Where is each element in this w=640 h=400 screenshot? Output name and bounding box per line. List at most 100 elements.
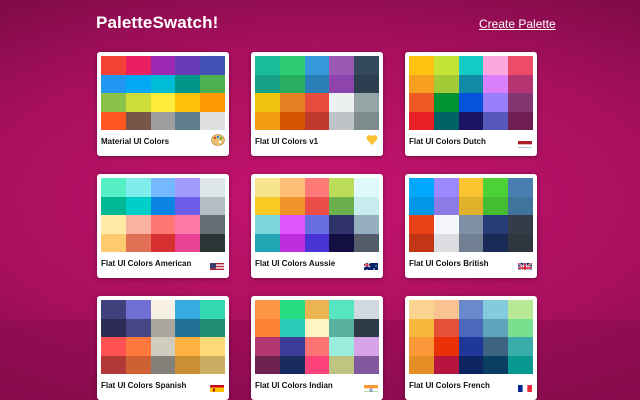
color-swatch bbox=[304, 300, 330, 319]
color-swatch bbox=[433, 56, 459, 75]
color-swatch bbox=[508, 318, 533, 337]
palette-swatches bbox=[409, 300, 533, 374]
palette-card[interactable]: Flat UI Colors Dutch bbox=[405, 52, 537, 156]
palette-card[interactable]: Material UI Colors bbox=[97, 52, 229, 156]
color-swatch bbox=[125, 56, 151, 75]
color-swatch bbox=[150, 355, 176, 374]
color-swatch bbox=[200, 233, 225, 252]
color-swatch bbox=[125, 300, 151, 319]
color-swatch bbox=[354, 93, 379, 112]
color-swatch bbox=[101, 196, 126, 215]
color-swatch bbox=[150, 93, 176, 112]
color-swatch bbox=[354, 74, 379, 93]
palette-card[interactable]: Flat UI Colors French bbox=[405, 296, 537, 400]
palette-swatches bbox=[101, 56, 225, 130]
color-swatch bbox=[125, 93, 151, 112]
color-swatch bbox=[458, 196, 484, 215]
color-swatch bbox=[458, 178, 484, 197]
color-swatch bbox=[125, 111, 151, 130]
palette-card[interactable]: Flat UI Colors v1 bbox=[251, 52, 383, 156]
palette-name: Flat UI Colors Spanish bbox=[101, 381, 187, 390]
color-swatch bbox=[175, 111, 201, 130]
color-swatch bbox=[279, 215, 305, 234]
color-swatch bbox=[329, 215, 355, 234]
color-swatch bbox=[483, 56, 509, 75]
color-swatch bbox=[279, 337, 305, 356]
color-swatch bbox=[255, 318, 280, 337]
palette-swatches bbox=[255, 56, 379, 130]
color-swatch bbox=[409, 215, 434, 234]
color-swatch bbox=[200, 74, 225, 93]
color-swatch bbox=[508, 196, 533, 215]
color-swatch bbox=[483, 111, 509, 130]
color-swatch bbox=[279, 196, 305, 215]
color-swatch bbox=[150, 74, 176, 93]
color-swatch bbox=[409, 93, 434, 112]
flag-nl-icon bbox=[518, 138, 532, 148]
palette-card[interactable]: Flat UI Colors Aussie bbox=[251, 174, 383, 278]
color-swatch bbox=[433, 355, 459, 374]
color-swatch bbox=[101, 56, 126, 75]
color-swatch bbox=[458, 233, 484, 252]
color-swatch bbox=[409, 178, 434, 197]
color-swatch bbox=[279, 178, 305, 197]
color-swatch bbox=[304, 178, 330, 197]
app-title: PaletteSwatch! bbox=[96, 13, 219, 32]
color-swatch bbox=[458, 355, 484, 374]
color-swatch bbox=[508, 233, 533, 252]
color-swatch bbox=[200, 178, 225, 197]
color-swatch bbox=[101, 93, 126, 112]
palette-card[interactable]: Flat UI Colors British bbox=[405, 174, 537, 278]
color-swatch bbox=[279, 355, 305, 374]
color-swatch bbox=[175, 300, 201, 319]
color-swatch bbox=[175, 337, 201, 356]
color-swatch bbox=[483, 74, 509, 93]
color-swatch bbox=[175, 74, 201, 93]
color-swatch bbox=[175, 196, 201, 215]
header: PaletteSwatch! Create Palette bbox=[0, 0, 640, 50]
color-swatch bbox=[304, 93, 330, 112]
color-swatch bbox=[433, 93, 459, 112]
palette-card[interactable]: Flat UI Colors Indian bbox=[251, 296, 383, 400]
color-swatch bbox=[255, 56, 280, 75]
color-swatch bbox=[433, 233, 459, 252]
create-palette-link[interactable]: Create Palette bbox=[479, 17, 556, 31]
color-swatch bbox=[101, 178, 126, 197]
color-swatch bbox=[433, 196, 459, 215]
color-swatch bbox=[433, 318, 459, 337]
color-swatch bbox=[483, 196, 509, 215]
color-swatch bbox=[200, 93, 225, 112]
color-swatch bbox=[354, 215, 379, 234]
palette-name: Flat UI Colors v1 bbox=[255, 137, 319, 146]
flag-in-icon bbox=[364, 382, 378, 392]
color-swatch bbox=[458, 111, 484, 130]
color-swatch bbox=[150, 178, 176, 197]
palette-card[interactable]: Flat UI Colors Spanish bbox=[97, 296, 229, 400]
color-swatch bbox=[150, 233, 176, 252]
color-swatch bbox=[483, 233, 509, 252]
color-swatch bbox=[255, 300, 280, 319]
flag-us-icon bbox=[210, 260, 224, 270]
palette-swatches bbox=[101, 178, 225, 252]
color-swatch bbox=[200, 196, 225, 215]
color-swatch bbox=[329, 56, 355, 75]
color-swatch bbox=[255, 355, 280, 374]
color-swatch bbox=[354, 300, 379, 319]
color-swatch bbox=[483, 355, 509, 374]
color-swatch bbox=[175, 318, 201, 337]
color-swatch bbox=[255, 196, 280, 215]
color-swatch bbox=[304, 318, 330, 337]
color-swatch bbox=[409, 74, 434, 93]
color-swatch bbox=[150, 196, 176, 215]
color-swatch bbox=[304, 74, 330, 93]
palette-card[interactable]: Flat UI Colors American bbox=[97, 174, 229, 278]
color-swatch bbox=[175, 93, 201, 112]
color-swatch bbox=[409, 355, 434, 374]
color-swatch bbox=[329, 318, 355, 337]
color-swatch bbox=[101, 355, 126, 374]
color-swatch bbox=[354, 178, 379, 197]
color-swatch bbox=[150, 300, 176, 319]
palette-name: Flat UI Colors British bbox=[409, 259, 489, 268]
color-swatch bbox=[279, 111, 305, 130]
palette-swatches bbox=[101, 300, 225, 374]
